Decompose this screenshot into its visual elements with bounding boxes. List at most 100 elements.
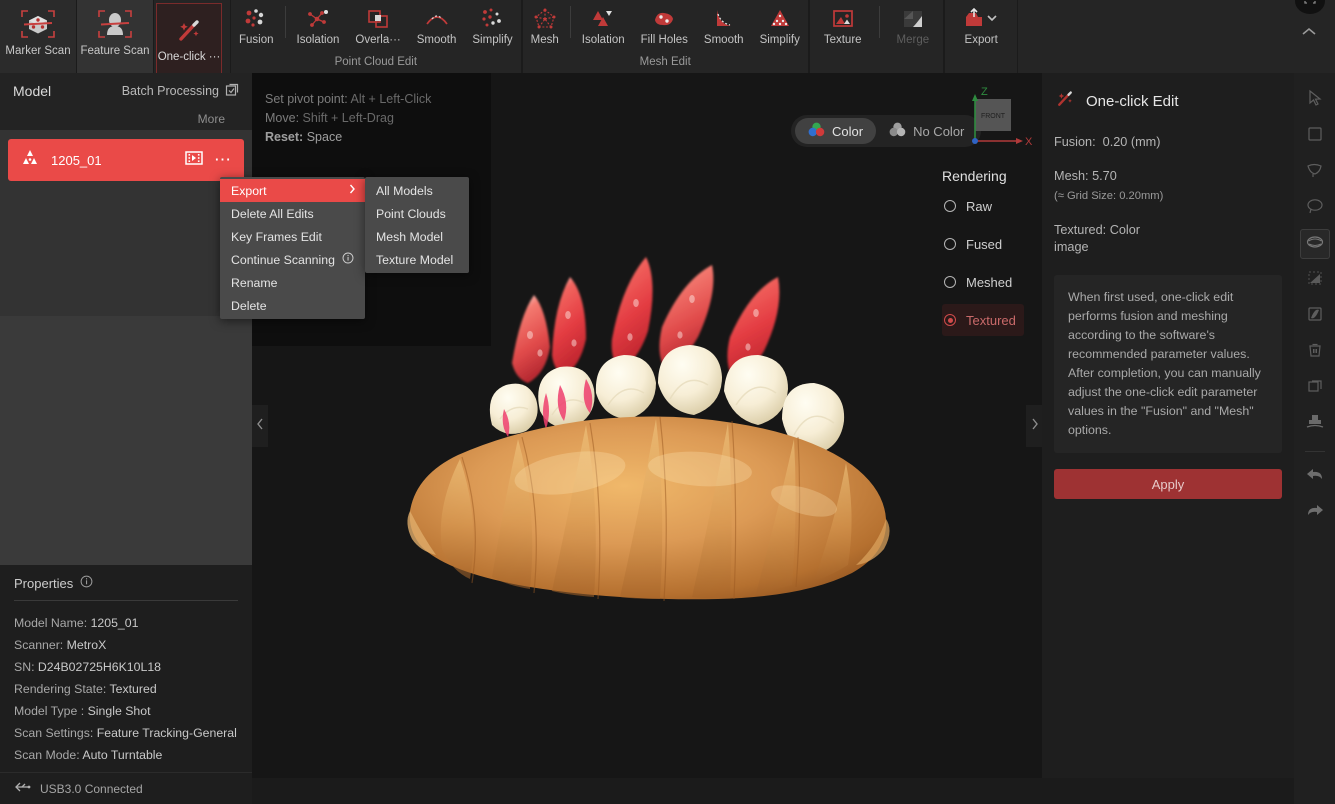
context-menu-item-continue-scanning[interactable]: Continue Scanning bbox=[220, 248, 365, 271]
toolbar-label-overlap: Overla··· bbox=[355, 34, 401, 46]
toolbar-button-texture[interactable]: Texture bbox=[810, 4, 876, 46]
info-icon[interactable] bbox=[342, 252, 354, 267]
property-value: MetroX bbox=[66, 638, 107, 652]
property-row: Model Type : Single Shot bbox=[14, 700, 238, 722]
color-mode-option-color[interactable]: Color bbox=[795, 118, 877, 144]
triangle-select-tool[interactable] bbox=[1300, 265, 1330, 295]
toolbar-label-mesh-simplify: Simplify bbox=[759, 34, 800, 46]
property-value: Single Shot bbox=[87, 704, 151, 718]
rendering-option-raw[interactable]: Raw bbox=[942, 190, 1042, 222]
ellipse-select-tool[interactable] bbox=[1300, 193, 1330, 223]
toolbar-caption-mesh: Mesh Edit bbox=[639, 56, 691, 68]
rendering-option-meshed[interactable]: Meshed bbox=[942, 266, 1042, 298]
model-context-menu[interactable]: Export Delete All Edits Key Frames Edit … bbox=[220, 177, 365, 319]
redo-button[interactable] bbox=[1300, 497, 1330, 527]
radio-icon bbox=[944, 200, 956, 212]
export-submenu[interactable]: All Models Point Clouds Mesh Model Textu… bbox=[365, 177, 469, 273]
property-value: 1205_01 bbox=[90, 616, 139, 630]
main-toolbar: Marker Scan Feature Scan One-click ··· F… bbox=[0, 0, 1335, 76]
hint-value: Alt + Left-Click bbox=[350, 92, 432, 106]
lasso-select-tool[interactable] bbox=[1300, 157, 1330, 187]
submenu-item-point-clouds[interactable]: Point Clouds bbox=[365, 202, 469, 225]
context-menu-label: Delete bbox=[231, 298, 267, 313]
property-value: Feature Tracking-General bbox=[96, 726, 237, 740]
window-maximize-button[interactable] bbox=[1295, 0, 1325, 14]
axis-gizmo[interactable]: FRONT Z X bbox=[956, 85, 1036, 157]
context-menu-item-export[interactable]: Export bbox=[220, 179, 365, 202]
brush-select-tool[interactable] bbox=[1299, 229, 1330, 259]
toolbar-button-merge[interactable]: Merge bbox=[883, 4, 944, 46]
toolbar-label-merge: Merge bbox=[896, 34, 930, 46]
context-menu-item-rename[interactable]: Rename bbox=[220, 271, 365, 294]
toolbar-button-one-click[interactable]: One-click ··· bbox=[156, 3, 222, 76]
toolbar-button-marker-scan[interactable]: Marker Scan bbox=[0, 0, 77, 73]
duplicate-tool[interactable] bbox=[1300, 373, 1330, 403]
usb-icon bbox=[14, 781, 31, 796]
viewport-nav-left[interactable] bbox=[252, 405, 268, 447]
toolbar-button-export[interactable]: Export bbox=[945, 4, 1017, 46]
submenu-item-all-models[interactable]: All Models bbox=[365, 179, 469, 202]
rendering-option-textured[interactable]: Textured bbox=[942, 304, 1024, 336]
ellipsis-icon[interactable]: ⋯ bbox=[214, 151, 232, 168]
toolbar-button-overlap[interactable]: Overla··· bbox=[347, 4, 408, 46]
stamp-tool[interactable] bbox=[1300, 409, 1330, 439]
rectangle-select-tool[interactable] bbox=[1300, 121, 1330, 151]
delete-tool[interactable] bbox=[1300, 337, 1330, 367]
radio-icon-selected bbox=[944, 314, 956, 326]
context-menu-item-delete[interactable]: Delete bbox=[220, 294, 365, 317]
color-mode-toggle[interactable]: Color No Color bbox=[791, 115, 982, 147]
toolbar-group-export: Export bbox=[944, 0, 1019, 73]
apply-button[interactable]: Apply bbox=[1054, 469, 1282, 499]
submenu-item-texture-model[interactable]: Texture Model bbox=[365, 248, 469, 271]
toolbar-divider bbox=[569, 6, 571, 38]
invert-select-tool[interactable] bbox=[1300, 301, 1330, 331]
toolbar-button-fill-holes[interactable]: Fill Holes bbox=[633, 4, 696, 46]
toolbar-label-pc-smooth: Smooth bbox=[416, 34, 457, 46]
property-value: D24B02725H6K10L18 bbox=[37, 660, 161, 674]
marker-scan-icon bbox=[18, 5, 58, 43]
toolbar-button-mesh-isolation[interactable]: Isolation bbox=[574, 4, 633, 46]
mesh-value: 5.70 bbox=[1092, 169, 1117, 183]
key-frames-icon[interactable] bbox=[185, 150, 203, 171]
rendering-option-label: Textured bbox=[966, 312, 1016, 328]
toolbar-button-fusion[interactable]: Fusion bbox=[231, 4, 282, 46]
toolbar-button-mesh-simplify[interactable]: Simplify bbox=[752, 4, 808, 46]
model-3d-render bbox=[400, 243, 900, 603]
texture-icon bbox=[829, 4, 857, 34]
toolbar-button-mesh[interactable]: Mesh bbox=[523, 4, 567, 46]
toolbar-collapse-button[interactable] bbox=[1297, 22, 1321, 46]
hint-key: Set pivot point: bbox=[265, 92, 348, 106]
undo-button[interactable] bbox=[1300, 461, 1330, 491]
hint-row: Move: Shift + Left-Drag bbox=[265, 109, 431, 128]
cursor-select-tool[interactable] bbox=[1300, 85, 1330, 115]
property-value: Auto Turntable bbox=[82, 748, 163, 762]
viewport-nav-right[interactable] bbox=[1026, 405, 1042, 447]
toolbar-label-mesh-isolation: Isolation bbox=[581, 34, 625, 46]
batch-processing-button[interactable]: Batch Processing bbox=[122, 83, 239, 100]
context-menu-item-delete-all-edits[interactable]: Delete All Edits bbox=[220, 202, 365, 225]
properties-header: Properties bbox=[14, 575, 238, 600]
toolbar-group-point-cloud-edit: Fusion Isolation Overla··· Smooth Simpli… bbox=[230, 0, 522, 73]
undo-icon bbox=[1305, 465, 1325, 488]
toolbar-button-pc-isolation[interactable]: Isolation bbox=[289, 4, 348, 46]
toolbar-button-pc-simplify[interactable]: Simplify bbox=[464, 4, 520, 46]
simplify-icon bbox=[479, 4, 507, 34]
more-button[interactable]: More bbox=[0, 109, 252, 130]
toolbar-button-mesh-smooth[interactable]: Smooth bbox=[696, 4, 752, 46]
property-key: SN: bbox=[14, 660, 35, 674]
rendering-option-fused[interactable]: Fused bbox=[942, 228, 1042, 260]
toolbar-label-fill-holes: Fill Holes bbox=[640, 34, 688, 46]
context-menu-item-key-frames-edit[interactable]: Key Frames Edit bbox=[220, 225, 365, 248]
model-list-item[interactable]: 1205_01 ⋯ bbox=[8, 139, 244, 181]
mesh-model-icon bbox=[20, 149, 40, 172]
toolbar-button-feature-scan[interactable]: Feature Scan bbox=[77, 0, 154, 73]
gizmo-z-label: Z bbox=[981, 86, 988, 98]
context-menu-label: Rename bbox=[231, 275, 278, 290]
submenu-item-mesh-model[interactable]: Mesh Model bbox=[365, 225, 469, 248]
rendering-option-label: Fused bbox=[966, 236, 1003, 252]
submenu-label: Point Clouds bbox=[376, 206, 446, 221]
info-icon[interactable] bbox=[80, 575, 93, 591]
chevron-left-icon bbox=[256, 417, 265, 436]
model-panel-title: Model bbox=[13, 83, 52, 99]
toolbar-button-pc-smooth[interactable]: Smooth bbox=[409, 4, 465, 46]
